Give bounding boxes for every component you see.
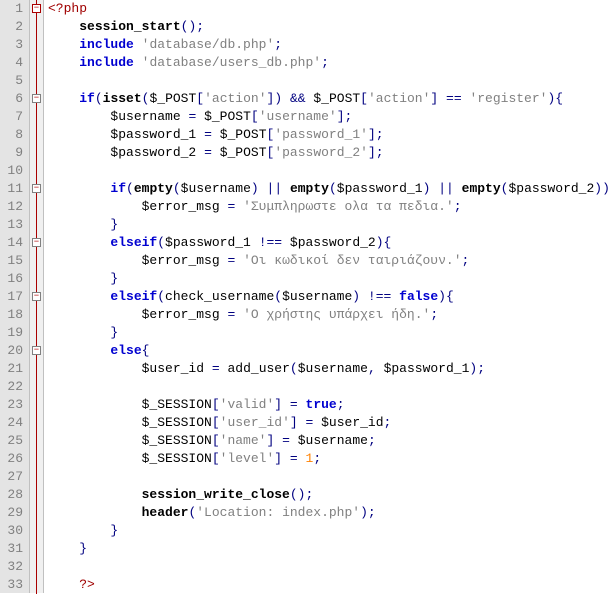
code-line[interactable]: <?php (48, 0, 608, 18)
code-line[interactable]: header('Location: index.php'); (48, 504, 608, 522)
line-number: 28 (4, 486, 23, 504)
line-number: 2 (4, 18, 23, 36)
fold-toggle-icon[interactable]: − (32, 238, 41, 247)
fold-toggle-icon[interactable]: − (32, 94, 41, 103)
code-line[interactable]: ?> (48, 576, 608, 594)
line-number-gutter: 1234567891011121314151617181920212223242… (0, 0, 30, 593)
code-editor: 1234567891011121314151617181920212223242… (0, 0, 608, 593)
code-line[interactable]: elseif(check_username($username) !== fal… (48, 288, 608, 306)
line-number: 12 (4, 198, 23, 216)
code-line[interactable]: $_SESSION['user_id'] = $user_id; (48, 414, 608, 432)
code-line[interactable]: elseif($password_1 !== $password_2){ (48, 234, 608, 252)
line-number: 8 (4, 126, 23, 144)
code-line[interactable]: else{ (48, 342, 608, 360)
code-line[interactable]: if(empty($username) || empty($password_1… (48, 180, 608, 198)
code-line[interactable]: } (48, 522, 608, 540)
line-number: 32 (4, 558, 23, 576)
fold-toggle-icon[interactable]: − (32, 346, 41, 355)
code-line[interactable]: } (48, 216, 608, 234)
code-line[interactable]: $error_msg = 'Οι κωδικοί δεν ταιριάζουν.… (48, 252, 608, 270)
line-number: 24 (4, 414, 23, 432)
code-line[interactable]: include 'database/users_db.php'; (48, 54, 608, 72)
code-area[interactable]: <?php session_start(); include 'database… (44, 0, 608, 593)
code-line[interactable]: session_write_close(); (48, 486, 608, 504)
code-line[interactable]: $_SESSION['name'] = $username; (48, 432, 608, 450)
code-line[interactable]: $_SESSION['valid'] = true; (48, 396, 608, 414)
code-line[interactable]: } (48, 540, 608, 558)
line-number: 14 (4, 234, 23, 252)
line-number: 9 (4, 144, 23, 162)
code-line[interactable]: $username = $_POST['username']; (48, 108, 608, 126)
line-number: 16 (4, 270, 23, 288)
code-line[interactable]: $user_id = add_user($username, $password… (48, 360, 608, 378)
line-number: 10 (4, 162, 23, 180)
code-line[interactable]: $error_msg = 'Ο χρήστης υπάρχει ήδη.'; (48, 306, 608, 324)
line-number: 7 (4, 108, 23, 126)
line-number: 25 (4, 432, 23, 450)
line-number: 4 (4, 54, 23, 72)
line-number: 26 (4, 450, 23, 468)
line-number: 19 (4, 324, 23, 342)
line-number: 15 (4, 252, 23, 270)
code-line[interactable] (48, 72, 608, 90)
fold-column: − − − − − − (30, 0, 44, 593)
line-number: 33 (4, 576, 23, 594)
line-number: 27 (4, 468, 23, 486)
code-line[interactable]: } (48, 324, 608, 342)
line-number: 3 (4, 36, 23, 54)
line-number: 30 (4, 522, 23, 540)
code-line[interactable] (48, 162, 608, 180)
code-line[interactable]: include 'database/db.php'; (48, 36, 608, 54)
line-number: 23 (4, 396, 23, 414)
code-line[interactable] (48, 468, 608, 486)
code-line[interactable] (48, 558, 608, 576)
code-line[interactable]: if(isset($_POST['action']) && $_POST['ac… (48, 90, 608, 108)
line-number: 6 (4, 90, 23, 108)
code-line[interactable]: $_SESSION['level'] = 1; (48, 450, 608, 468)
line-number: 31 (4, 540, 23, 558)
code-line[interactable]: $error_msg = 'Συμπληρωστε ολα τα πεδια.'… (48, 198, 608, 216)
code-line[interactable]: $password_1 = $_POST['password_1']; (48, 126, 608, 144)
line-number: 22 (4, 378, 23, 396)
code-line[interactable]: $password_2 = $_POST['password_2']; (48, 144, 608, 162)
line-number: 21 (4, 360, 23, 378)
fold-toggle-icon[interactable]: − (32, 184, 41, 193)
line-number: 5 (4, 72, 23, 90)
code-line[interactable]: session_start(); (48, 18, 608, 36)
line-number: 1 (4, 0, 23, 18)
line-number: 13 (4, 216, 23, 234)
line-number: 20 (4, 342, 23, 360)
line-number: 17 (4, 288, 23, 306)
line-number: 29 (4, 504, 23, 522)
line-number: 11 (4, 180, 23, 198)
code-line[interactable] (48, 378, 608, 396)
fold-toggle-icon[interactable]: − (32, 4, 41, 13)
fold-toggle-icon[interactable]: − (32, 292, 41, 301)
code-line[interactable]: } (48, 270, 608, 288)
line-number: 18 (4, 306, 23, 324)
